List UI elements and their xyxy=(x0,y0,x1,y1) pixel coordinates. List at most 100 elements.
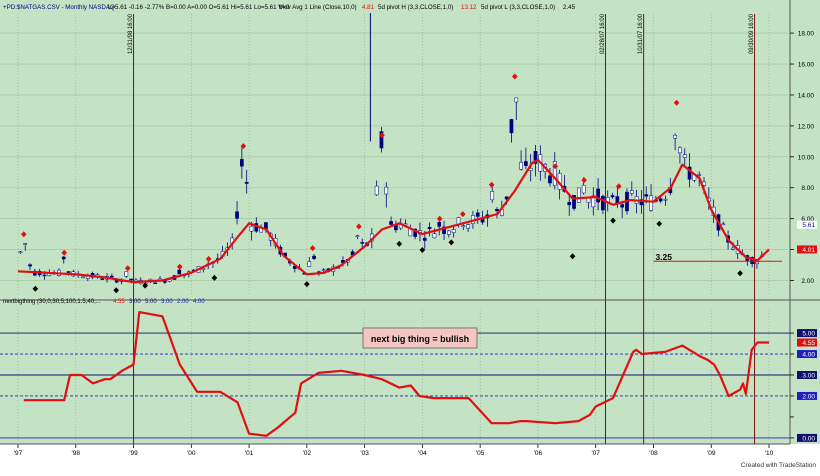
candle-body-131 xyxy=(649,195,653,211)
candle-body-45 xyxy=(235,211,239,219)
candle-body-61 xyxy=(312,255,316,259)
time-tick-label-3: '00 xyxy=(187,450,196,457)
candle-body-98 xyxy=(490,191,495,201)
candle-body-77 xyxy=(389,221,393,225)
time-tick-label-6: '03 xyxy=(360,450,369,457)
candle-body-130 xyxy=(644,194,649,197)
candle-body-121 xyxy=(601,195,605,211)
candle-body-117 xyxy=(581,185,586,194)
candle-body-116 xyxy=(576,187,581,203)
time-axis: '97 '98 '99 '00 '01 '02 '03 '04 '05 '06 '07 '08 '09 '… xyxy=(0,443,790,457)
study1-label: Mov Avg 1 Line (Close,10,0) xyxy=(279,4,357,11)
candle-body-2 xyxy=(28,264,32,267)
indicator-value-5: 2.00 xyxy=(177,299,189,305)
candle-body-90 xyxy=(451,229,456,233)
price-axis-background xyxy=(790,0,820,300)
event-label-0: 12/31/98 16:00 xyxy=(128,13,134,54)
indicator-flag-text-2: 4.00 xyxy=(802,352,815,359)
candle-body-9 xyxy=(61,256,66,260)
candle-body-95 xyxy=(475,212,480,217)
candle-body-93 xyxy=(466,224,470,229)
indicator-flag-text-3: 3.00 xyxy=(802,373,815,380)
time-tick-label-12: '09 xyxy=(707,450,716,457)
candle-body-10 xyxy=(66,271,71,273)
symbol-label: +PD:$NATGAS.CSV - Monthly NASDAQ xyxy=(3,4,115,11)
indicator-flag-text-1: 4.55 xyxy=(802,340,815,347)
event-label-3: 09/30/09 16:00 xyxy=(749,13,755,54)
time-tick-label-5: '02 xyxy=(303,450,312,457)
candle-body-153 xyxy=(755,261,759,265)
candle-body-86 xyxy=(432,233,437,239)
candle-body-138 xyxy=(682,154,687,158)
price-tick-label-6: 14.00 xyxy=(798,92,815,99)
candle-body-17 xyxy=(100,278,105,280)
time-tick-label-0: '97 xyxy=(14,450,23,457)
candle-body-99 xyxy=(495,209,499,212)
event-label-1: 02/28/07 16:00 xyxy=(600,13,606,54)
candle-body-0 xyxy=(18,251,23,253)
indicator-flag-text-0: 5.00 xyxy=(802,331,815,338)
candle-body-76 xyxy=(384,186,389,195)
candle-body-120 xyxy=(596,188,600,203)
candle-body-89 xyxy=(447,230,451,235)
price-tick-label-4: 10.00 xyxy=(798,154,815,161)
candle-body-118 xyxy=(586,197,591,203)
footer-credit: Created with TradeStation xyxy=(741,462,817,469)
time-tick-label-7: '04 xyxy=(418,450,427,457)
candle-body-47 xyxy=(244,181,249,184)
candle-body-110 xyxy=(548,175,552,184)
price-tick-label-0: 2.00 xyxy=(801,278,814,285)
ohlc-readout: L=5.61 -0.16 -2.77% B=0.00 A=0.00 O=5.61… xyxy=(108,4,290,11)
candle-body-134 xyxy=(663,198,668,201)
last-price-flag-text: 5.61 xyxy=(802,222,815,229)
candle-body-146 xyxy=(721,223,726,226)
time-tick-label-1: '98 xyxy=(72,450,81,457)
candle-body-13 xyxy=(81,276,85,279)
study3-value: 2.45 xyxy=(563,4,576,11)
indicator-value-3: 5.00 xyxy=(145,299,157,305)
candle-body-127 xyxy=(629,190,634,194)
candle-body-28 xyxy=(153,282,158,284)
candle-body-84 xyxy=(422,237,427,241)
candle-body-92 xyxy=(461,225,466,228)
indicator-value-1: 4.55 xyxy=(113,299,125,305)
indicator-value-2: 3.00 xyxy=(129,299,141,305)
time-tick-label-13: '10 xyxy=(765,450,774,457)
candle-body-133 xyxy=(658,198,663,202)
chart-root: 12/31/98 16:00 02/28/07 16:00 10/31/07 16:… xyxy=(0,0,820,471)
candle-body-148 xyxy=(731,247,735,250)
candle-body-1 xyxy=(23,243,28,245)
candle-body-141 xyxy=(697,174,702,176)
time-tick-label-11: '08 xyxy=(649,450,658,457)
candle-body-23 xyxy=(129,278,133,281)
candle-body-33 xyxy=(177,269,182,275)
candle-body-70 xyxy=(355,235,360,238)
support-label: 3.25 xyxy=(655,252,672,262)
time-tick-label-9: '06 xyxy=(534,450,543,457)
candle-body-114 xyxy=(567,202,572,206)
ma-value-flag-text: 4.01 xyxy=(802,247,815,254)
candle-body-22 xyxy=(124,271,129,277)
time-tick-label-2: '99 xyxy=(129,450,138,457)
indicator-flag-text-5: 0.00 xyxy=(802,435,815,442)
study3-label: 5d pivot L (3,3,CLOSE,1,0) xyxy=(481,4,555,11)
candle-body-85 xyxy=(427,226,432,229)
candle-body-123 xyxy=(610,195,615,198)
indicator-flag-text-4: 2.00 xyxy=(802,393,815,400)
annotation-text: next big thing = bullish xyxy=(371,334,469,344)
indicator-name: nextbigthing (30,0,30,5,100,1.5,40,... xyxy=(3,299,101,305)
time-tick-label-8: '05 xyxy=(476,450,485,457)
candle-body-63 xyxy=(321,269,326,271)
price-tick-label-3: 8.00 xyxy=(801,185,814,192)
time-tick-label-4: '01 xyxy=(245,450,254,457)
candle-body-105 xyxy=(524,161,528,166)
candle-body-71 xyxy=(360,242,365,244)
event-label-2: 10/31/07 16:00 xyxy=(638,13,644,54)
candle-body-104 xyxy=(519,161,523,170)
candle-body-19 xyxy=(110,275,114,278)
study2-label: 5d pivot H (3,3,CLOSE,1,0) xyxy=(378,4,453,11)
candle-body-136 xyxy=(673,134,677,139)
time-tick-label-10: '07 xyxy=(591,450,600,457)
candle-body-48 xyxy=(249,225,254,232)
price-tick-label-8: 18.00 xyxy=(798,31,815,38)
